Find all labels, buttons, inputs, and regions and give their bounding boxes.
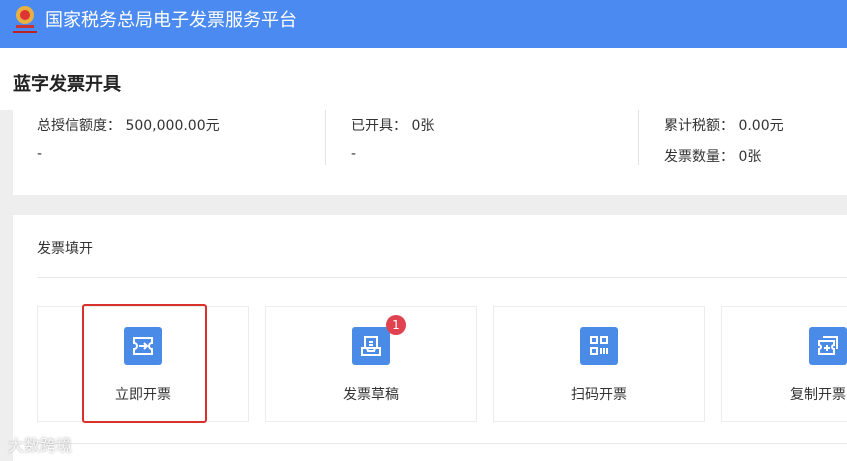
credit-label: 总授信额度： — [37, 118, 121, 134]
draft-tray-icon — [352, 327, 390, 365]
qr-code-icon — [580, 327, 618, 365]
count-label: 发票数量： — [664, 149, 734, 165]
copy-issue-card[interactable]: 复制开票 — [721, 306, 847, 422]
title-bar — [0, 48, 847, 110]
card-label: 复制开票 — [790, 387, 846, 403]
divider — [37, 277, 847, 278]
highlight-box — [82, 304, 207, 423]
issued-stat: 已开具： 0张 — [351, 115, 434, 135]
tax-stat: 累计税额： 0.00元 — [664, 115, 784, 135]
tax-emblem-icon — [13, 6, 37, 33]
copy-invoice-icon — [809, 327, 847, 365]
issued-sub: - — [351, 146, 357, 162]
credit-stat: 总授信额度： 500,000.00元 — [37, 115, 220, 135]
divider — [37, 443, 847, 444]
app-header: 国家税务总局电子发票服务平台 — [0, 0, 847, 48]
section-title: 发票填开 — [37, 241, 93, 257]
card-label: 发票草稿 — [343, 387, 399, 403]
tax-value: 0.00元 — [738, 118, 784, 134]
invoice-draft-card[interactable]: 1 发票草稿 — [265, 306, 477, 422]
watermark: 大数跨境 — [8, 436, 73, 455]
app-title: 国家税务总局电子发票服务平台 — [45, 10, 297, 31]
scan-issue-card[interactable]: 扫码开票 — [493, 306, 705, 422]
issued-value: 0张 — [411, 118, 435, 134]
count-stat: 发票数量： 0张 — [664, 146, 761, 166]
tax-label: 累计税额： — [664, 118, 734, 134]
divider — [638, 110, 639, 165]
issued-label: 已开具： — [351, 118, 407, 134]
draft-count-badge: 1 — [386, 315, 406, 335]
count-value: 0张 — [738, 149, 762, 165]
credit-sub: - — [37, 146, 43, 162]
page-title: 蓝字发票开具 — [13, 74, 121, 95]
card-label: 扫码开票 — [571, 387, 627, 403]
credit-value: 500,000.00元 — [125, 118, 220, 134]
divider — [325, 110, 326, 165]
